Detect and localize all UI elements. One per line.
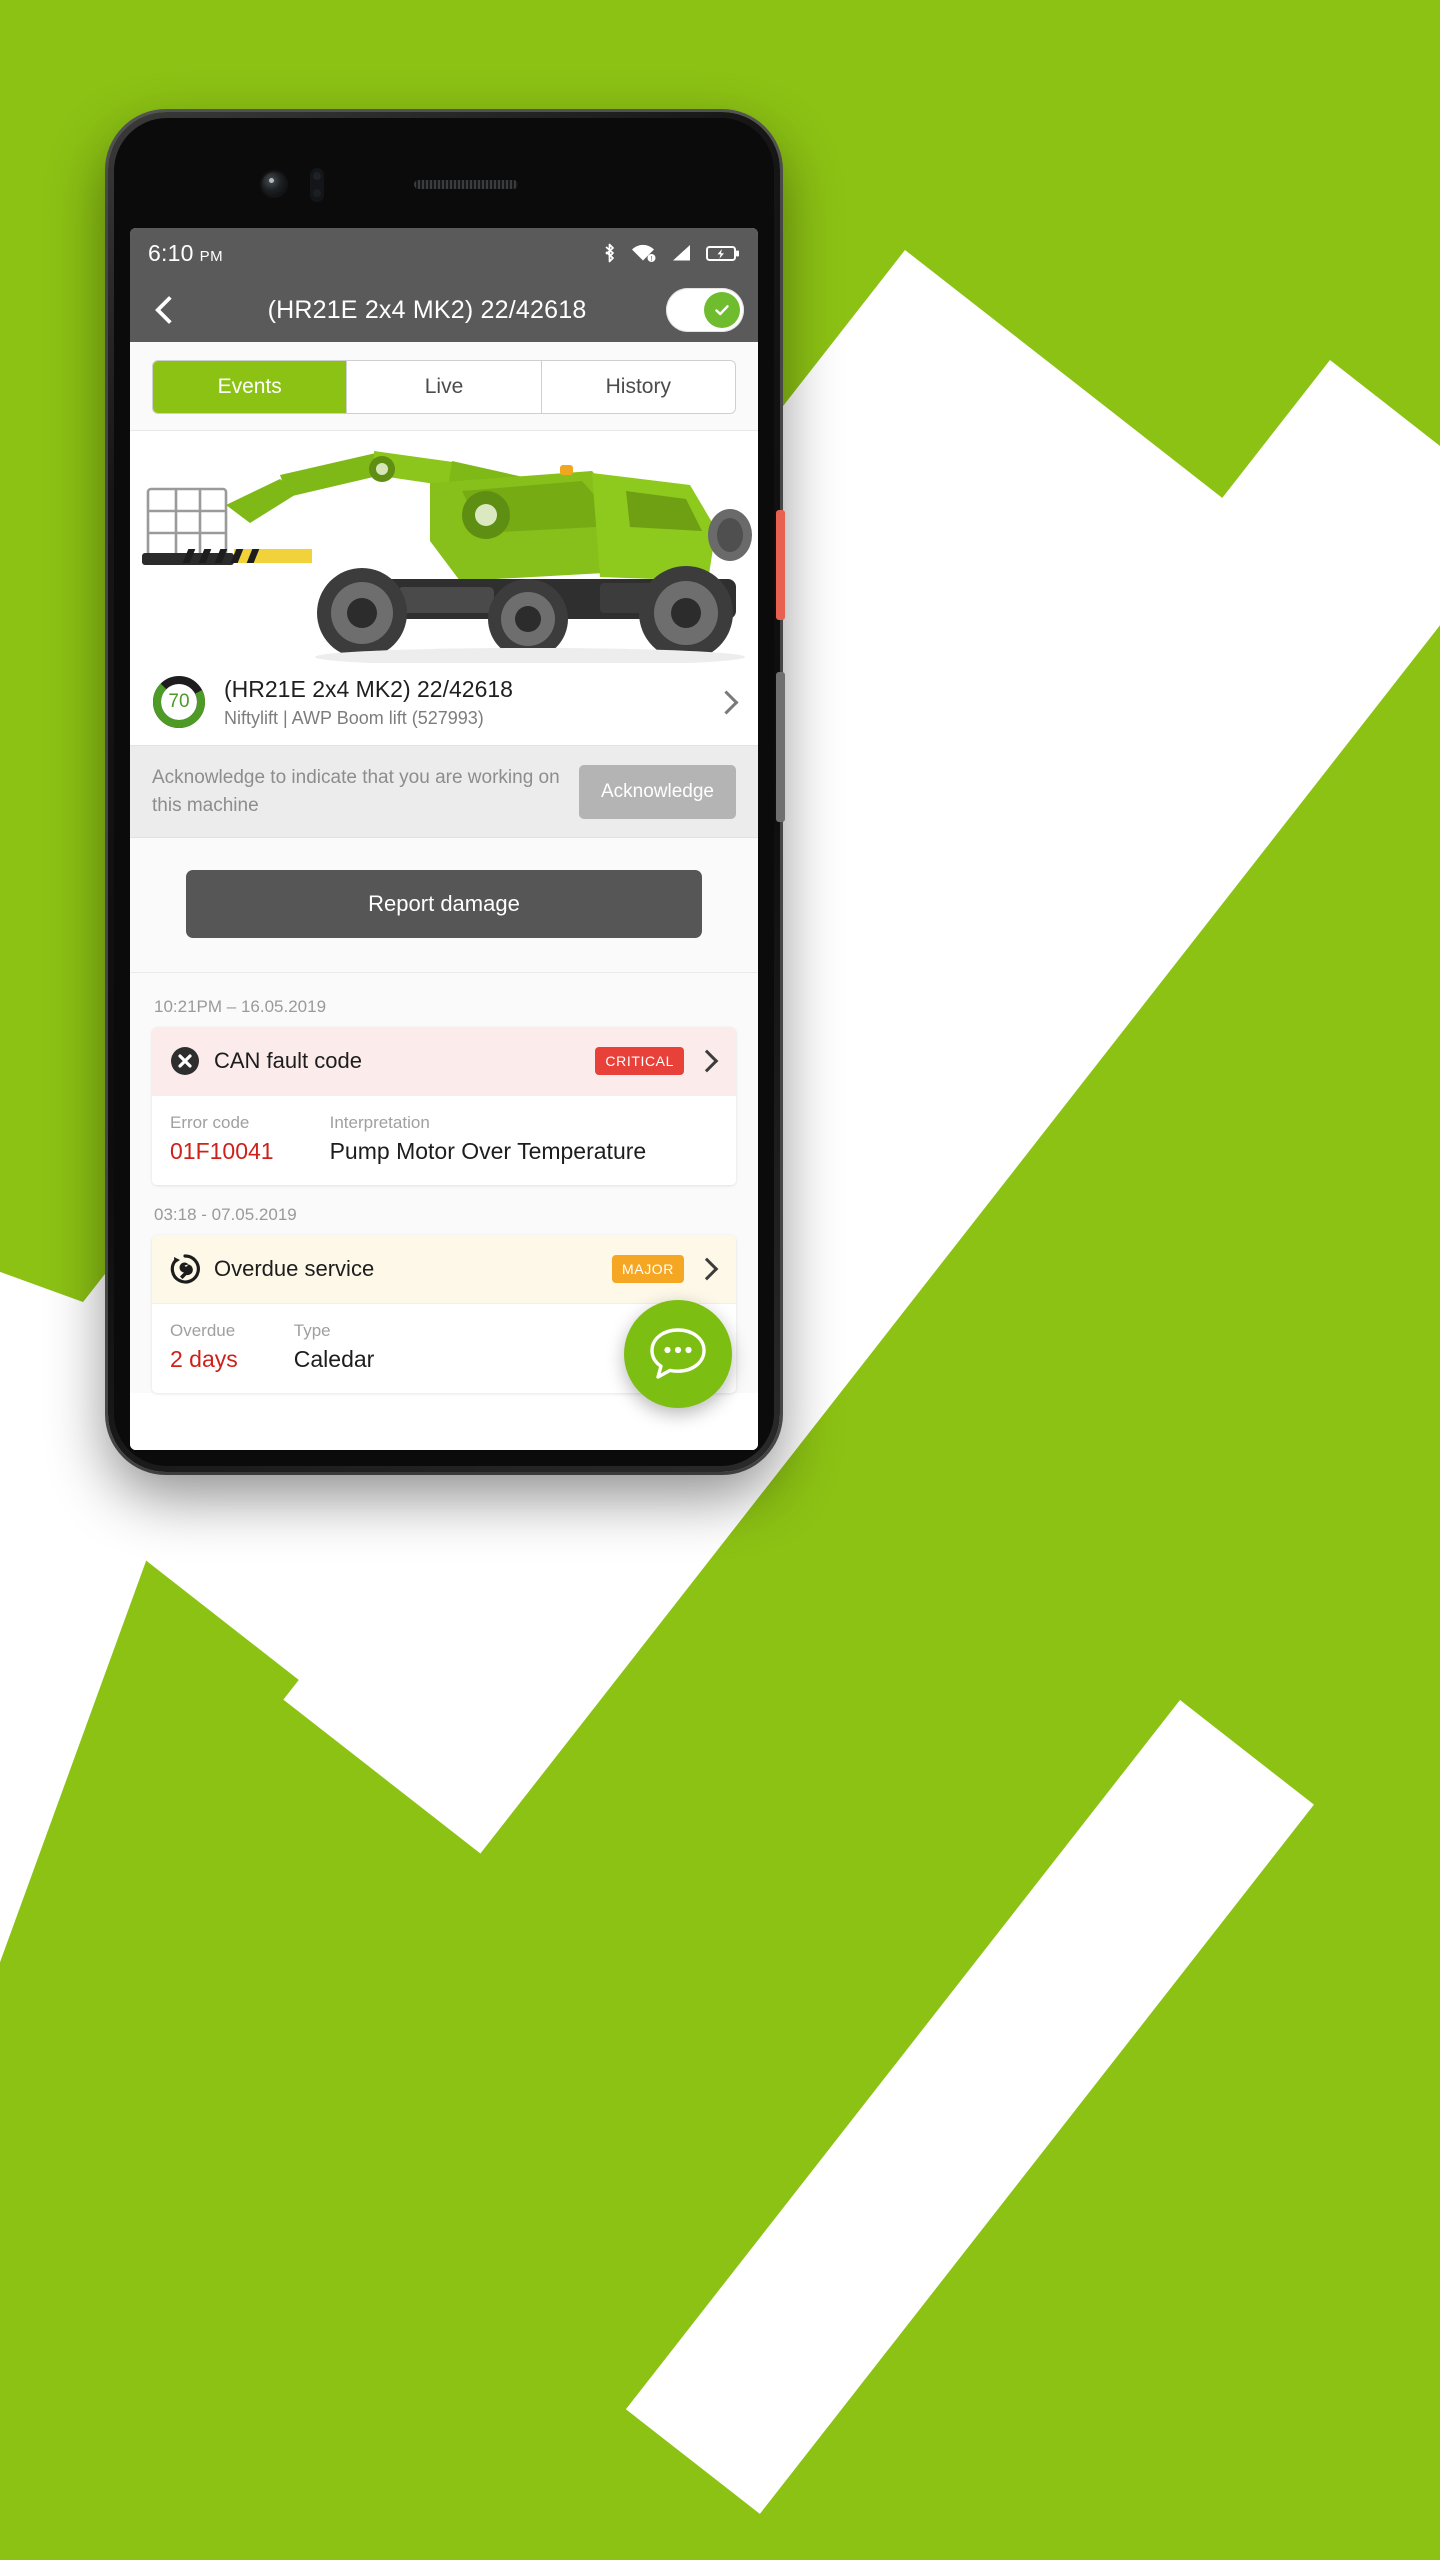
cellular-signal-icon bbox=[673, 245, 690, 261]
status-bar: 6:10 PM ! bbox=[130, 228, 758, 278]
detail-label: Overdue bbox=[170, 1321, 236, 1341]
phone-mockup: 6:10 PM ! (HR21E 2x4 MK2) 22/42618 Event… bbox=[108, 112, 785, 1472]
power-button[interactable] bbox=[776, 510, 785, 620]
report-damage-section: Report damage bbox=[130, 838, 758, 974]
detail-value: Caledar bbox=[293, 1346, 375, 1373]
detail-label: Error code bbox=[170, 1113, 250, 1133]
event-title: Overdue service bbox=[214, 1256, 375, 1282]
detail-label: Type bbox=[293, 1321, 331, 1341]
event-header[interactable]: CAN fault code CRITICAL bbox=[152, 1027, 736, 1096]
acknowledge-button[interactable]: Acknowledge bbox=[578, 764, 736, 819]
app-bar: (HR21E 2x4 MK2) 22/42618 bbox=[130, 278, 758, 342]
check-icon bbox=[715, 305, 729, 316]
detail-interpretation: Interpretation Pump Motor Over Temperatu… bbox=[330, 1113, 647, 1165]
page-title: (HR21E 2x4 MK2) 22/42618 bbox=[267, 295, 587, 324]
tab-history[interactable]: History bbox=[540, 361, 735, 413]
tab-live[interactable]: Live bbox=[346, 361, 541, 413]
machine-subtitle: Niftylift | AWP Boom lift (527993) bbox=[224, 707, 484, 728]
gauge-value: 70 bbox=[168, 691, 190, 712]
detail-type: Type Caledar bbox=[294, 1321, 375, 1373]
background-stripe bbox=[625, 1700, 1314, 2514]
report-damage-button[interactable]: Report damage bbox=[186, 870, 702, 939]
status-clock: 6:10 PM bbox=[148, 240, 223, 267]
health-gauge: 70 bbox=[150, 673, 208, 731]
proximity-sensor-icon bbox=[310, 168, 324, 202]
battery-charging-icon bbox=[706, 246, 739, 261]
event-header[interactable]: Overdue service MAJOR bbox=[152, 1235, 736, 1304]
detail-value: 2 days bbox=[170, 1346, 238, 1373]
bluetooth-icon bbox=[605, 243, 614, 263]
detail-error-code: Error code 01F10041 bbox=[170, 1113, 274, 1165]
events-content: 70 (HR21E 2x4 MK2) 22/42618 Niftylift | … bbox=[130, 431, 758, 1450]
status-icon-group: ! bbox=[602, 242, 740, 264]
event-timestamp: 03:18 - 07.05.2019 bbox=[154, 1205, 297, 1225]
detail-value: 01F10041 bbox=[170, 1138, 274, 1165]
status-badge: CRITICAL bbox=[595, 1047, 684, 1076]
detail-label: Interpretation bbox=[329, 1113, 430, 1133]
event-title: CAN fault code bbox=[214, 1048, 362, 1074]
event-item: 10:21PM – 16.05.2019 CAN fault code CRIT… bbox=[152, 991, 736, 1186]
service-wrench-circle-icon bbox=[170, 1254, 200, 1284]
event-timestamp: 10:21PM – 16.05.2019 bbox=[154, 997, 327, 1017]
wifi-icon: ! bbox=[632, 244, 656, 263]
volume-button[interactable] bbox=[776, 672, 785, 822]
chevron-right-icon[interactable] bbox=[698, 1051, 718, 1071]
acknowledge-message: Acknowledge to indicate that you are wor… bbox=[152, 767, 560, 816]
app-screen: 6:10 PM ! (HR21E 2x4 MK2) 22/42618 Event… bbox=[130, 228, 758, 1450]
front-camera-icon bbox=[262, 172, 286, 196]
acknowledge-band: Acknowledge to indicate that you are wor… bbox=[130, 745, 758, 839]
detail-value: Pump Motor Over Temperature bbox=[329, 1138, 647, 1165]
toggle-knob bbox=[704, 292, 740, 328]
event-details: Error code 01F10041 Interpretation Pump … bbox=[152, 1095, 736, 1186]
machine-photo bbox=[130, 431, 758, 663]
tab-events[interactable]: Events bbox=[153, 361, 347, 413]
status-time: 6:10 bbox=[148, 239, 194, 266]
chevron-right-icon[interactable] bbox=[716, 691, 738, 713]
error-cross-circle-icon bbox=[171, 1047, 199, 1076]
machine-status-toggle[interactable] bbox=[666, 288, 744, 332]
machine-summary-row[interactable]: 70 (HR21E 2x4 MK2) 22/42618 Niftylift | … bbox=[130, 663, 758, 745]
chat-bubble-icon bbox=[650, 1328, 706, 1379]
machine-title: (HR21E 2x4 MK2) 22/42618 bbox=[224, 676, 513, 703]
svg-text:!: ! bbox=[651, 256, 653, 263]
status-ampm: PM bbox=[199, 247, 224, 265]
chat-fab-button[interactable] bbox=[624, 1300, 732, 1408]
detail-overdue: Overdue 2 days bbox=[170, 1321, 238, 1373]
boom-lift-illustration bbox=[130, 431, 758, 663]
back-chevron-icon[interactable] bbox=[148, 293, 182, 327]
chevron-right-icon[interactable] bbox=[698, 1259, 718, 1279]
status-badge: MAJOR bbox=[612, 1255, 684, 1284]
tab-bar: Events Live History bbox=[130, 342, 758, 431]
earpiece-speaker bbox=[414, 180, 518, 189]
